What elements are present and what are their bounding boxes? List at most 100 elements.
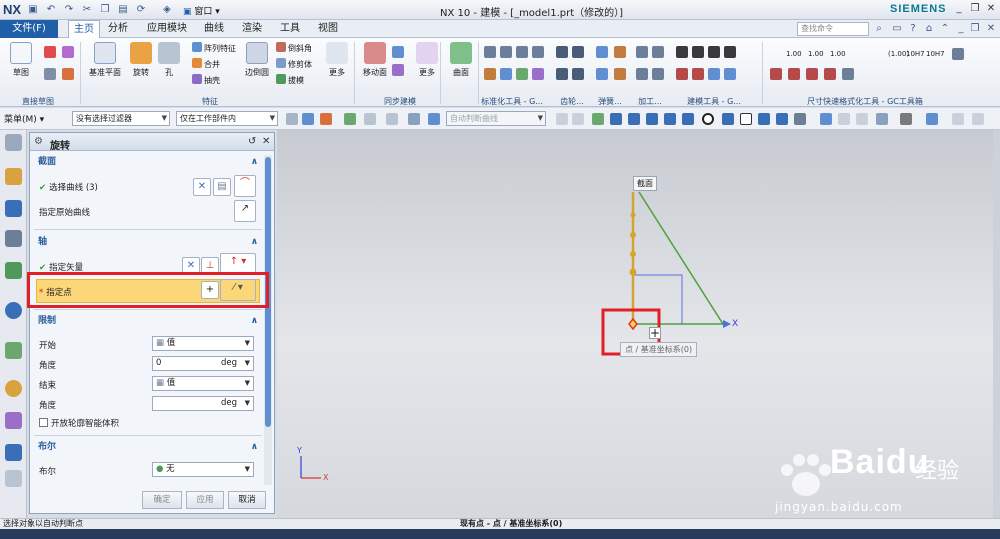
history-icon[interactable] xyxy=(5,342,22,359)
standard-tool-icon[interactable] xyxy=(516,68,528,80)
close-icon[interactable]: ✕ xyxy=(984,2,998,16)
machining-tool-icon[interactable] xyxy=(636,68,648,80)
modeling-tool-icon[interactable] xyxy=(692,68,704,80)
spring-tool-icon[interactable] xyxy=(596,46,608,58)
web-browser-icon[interactable] xyxy=(5,302,22,319)
point-marker-icon[interactable] xyxy=(628,317,638,331)
modeling-tool-icon[interactable] xyxy=(724,68,736,80)
tab-analysis[interactable]: 分析 xyxy=(104,20,132,38)
orient-view-icon[interactable] xyxy=(876,113,888,125)
machining-tool-icon[interactable] xyxy=(652,68,664,80)
clock-icon[interactable] xyxy=(5,380,22,397)
snap-existing-point-icon[interactable] xyxy=(740,113,752,125)
collapse-icon[interactable]: ⌃ xyxy=(938,22,952,36)
dim-tool-icon[interactable] xyxy=(842,68,854,80)
section-header-section[interactable]: 截面 ∧ xyxy=(32,155,262,170)
dim-format-button[interactable]: 1.00 xyxy=(830,48,846,61)
paste-icon[interactable]: ▤ xyxy=(116,3,130,17)
modeling-tool-icon[interactable] xyxy=(724,46,736,58)
constraint-navigator-icon[interactable] xyxy=(5,230,22,247)
cut-icon[interactable]: ✂ xyxy=(80,3,94,17)
modeling-tool-icon[interactable] xyxy=(708,68,720,80)
tab-view[interactable]: 视图 xyxy=(314,20,342,38)
line-icon[interactable] xyxy=(44,68,56,80)
modeling-tool-icon[interactable] xyxy=(676,68,688,80)
snap-point-icon[interactable] xyxy=(592,113,604,125)
snap-point-on-curve-icon[interactable] xyxy=(758,113,770,125)
end-type-select[interactable]: ▦ 值 ▼ xyxy=(152,376,254,391)
spring-tool-icon[interactable] xyxy=(614,68,626,80)
hole-button[interactable]: 孔 xyxy=(152,42,186,78)
ribbon-toggle-icon[interactable]: ▭ xyxy=(890,22,904,36)
zoom-icon[interactable] xyxy=(838,113,850,125)
sketch-section-icon[interactable]: ▤ xyxy=(213,178,231,196)
dim-tool-icon[interactable] xyxy=(770,68,782,80)
main-menu-button[interactable]: 菜单(M) ▾ xyxy=(4,112,44,125)
standard-tool-icon[interactable] xyxy=(532,68,544,80)
section-header-axis[interactable]: 轴 ∧ xyxy=(32,235,262,250)
standard-tool-icon[interactable] xyxy=(484,46,496,58)
modeling-tool-icon[interactable] xyxy=(676,46,688,58)
restore-icon[interactable]: ❐ xyxy=(968,2,982,16)
boolean-select[interactable]: ● 无 ▼ xyxy=(152,462,254,477)
select-curve-row[interactable]: ✔ 选择曲线 (3) xyxy=(39,181,98,193)
open-profile-checkbox[interactable]: 开放轮廓智能体积 xyxy=(39,417,119,429)
reset-icon[interactable]: ↺ xyxy=(248,136,256,147)
profile-icon[interactable] xyxy=(44,46,56,58)
section-header-boolean[interactable]: 布尔 ∧ xyxy=(32,440,262,455)
standard-tool-icon[interactable] xyxy=(500,46,512,58)
snap-quadrant-icon[interactable] xyxy=(722,113,734,125)
select-faces-icon[interactable] xyxy=(386,113,398,125)
right-scroll-strip[interactable] xyxy=(993,130,1000,518)
standard-tool-icon[interactable] xyxy=(516,46,528,58)
repeat-command-icon[interactable]: ⟳ xyxy=(134,3,148,17)
sync-tool-icon[interactable] xyxy=(392,46,404,58)
doc-restore-icon[interactable]: ❐ xyxy=(968,22,982,36)
chamfer-button[interactable]: 倒斜角 xyxy=(276,42,312,55)
command-search-input[interactable]: 查找命令 xyxy=(797,22,869,36)
fit-view-icon[interactable] xyxy=(820,113,832,125)
datum-plane-button[interactable]: 基准平面 xyxy=(88,42,122,78)
selection-scope-select[interactable]: 仅在工作部件内 ▼ xyxy=(176,111,278,126)
snap-center-icon[interactable] xyxy=(682,113,694,125)
copy-icon[interactable]: ❐ xyxy=(98,3,112,17)
process-studio-icon[interactable] xyxy=(5,444,22,461)
sketch-button[interactable]: 草图 xyxy=(4,42,38,78)
select-features-icon[interactable] xyxy=(320,113,332,125)
rectangle-icon[interactable] xyxy=(62,68,74,80)
gear-tool-icon[interactable] xyxy=(556,68,568,80)
machining-tool-icon[interactable] xyxy=(636,46,648,58)
origin-curve-icon[interactable]: ↗ xyxy=(234,200,256,222)
deselect-icon[interactable]: ✕ xyxy=(193,178,211,196)
curve-rule-icon[interactable] xyxy=(408,113,420,125)
draft-button[interactable]: 拔模 xyxy=(276,74,304,87)
section-header-limits[interactable]: 限制 ∧ xyxy=(32,314,262,329)
redo-icon[interactable]: ↷ xyxy=(62,3,76,17)
spring-tool-icon[interactable] xyxy=(596,68,608,80)
follow-fillet-icon[interactable] xyxy=(572,113,584,125)
help-icon[interactable]: ? xyxy=(906,22,920,36)
gear-tool-icon[interactable] xyxy=(572,46,584,58)
pattern-feature-button[interactable]: 阵列特征 xyxy=(192,42,236,55)
stop-at-intersection-icon[interactable] xyxy=(556,113,568,125)
machining-tool-icon[interactable] xyxy=(652,46,664,58)
snap-midpoint-icon[interactable] xyxy=(628,113,640,125)
dim-tool-icon[interactable] xyxy=(824,68,836,80)
select-all-icon[interactable] xyxy=(302,113,314,125)
snap-arc-center-icon[interactable] xyxy=(702,113,714,125)
settings-gear-icon[interactable] xyxy=(5,134,22,151)
assembly-navigator-icon[interactable] xyxy=(5,200,22,217)
undo-icon[interactable]: ↶ xyxy=(44,3,58,17)
curve-rule-select[interactable]: 自动判断曲线 ▼ xyxy=(446,111,546,126)
unite-button[interactable]: 合并 xyxy=(192,58,220,71)
shell-button[interactable]: 抽壳 xyxy=(192,74,220,87)
ok-button[interactable]: 确定 xyxy=(142,491,182,509)
dim-format-button[interactable]: 1.00 xyxy=(808,48,824,61)
snap-intersection-icon[interactable] xyxy=(664,113,676,125)
start-type-select[interactable]: ▦ 值 ▼ xyxy=(152,336,254,351)
dim-tool-icon[interactable] xyxy=(806,68,818,80)
curve-select-icon[interactable]: ⌒ xyxy=(234,175,256,197)
snap-bounded-icon[interactable] xyxy=(794,113,806,125)
more-feature-button[interactable]: 更多 xyxy=(320,42,354,78)
doc-close-icon[interactable]: ✕ xyxy=(984,22,998,36)
